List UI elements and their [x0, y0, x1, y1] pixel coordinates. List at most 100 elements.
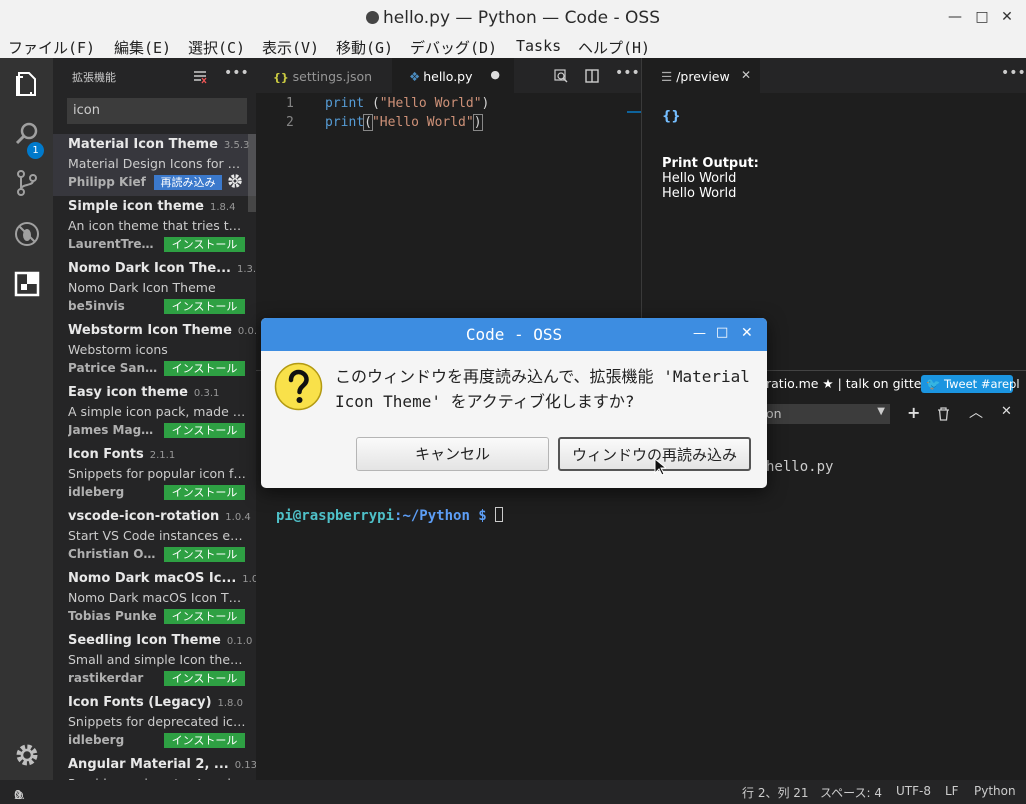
extension-item[interactable]: Nomo Dark Icon The...1.3.6 Nomo Dark Icon…: [53, 258, 256, 320]
extension-item[interactable]: Nomo Dark macOS Ic...1.0.3 Nomo Dark macO…: [53, 568, 256, 630]
install-button[interactable]: インストール: [164, 609, 245, 624]
unsaved-dot-icon: [365, 11, 379, 24]
menu-view[interactable]: 表示(V): [262, 37, 319, 58]
extension-item[interactable]: Material Icon Theme 3.5.3 Material Design …: [53, 134, 256, 196]
reload-dialog: Code - OSS — □ ✕ このウィンドウを再度読み込んで、拡張機能 'M…: [261, 318, 767, 488]
source-control-icon[interactable]: [13, 169, 41, 197]
output-line: Hello World: [662, 186, 737, 201]
open-changes-icon[interactable]: [554, 69, 568, 83]
new-terminal-icon[interactable]: +: [907, 403, 920, 422]
question-icon: [274, 362, 323, 411]
extensions-icon[interactable]: [13, 270, 41, 298]
extensions-badge: 1: [27, 142, 44, 159]
extension-item[interactable]: Seedling Icon Theme 0.1.0 Small and simple…: [53, 630, 256, 692]
extension-author: idleberg: [68, 733, 125, 747]
more-actions-icon[interactable]: •••: [1001, 65, 1026, 81]
menu-selection[interactable]: 選択(C): [188, 37, 245, 58]
language-status[interactable]: Python: [974, 784, 1016, 798]
extension-description: Nomo Dark Icon Theme: [68, 280, 216, 295]
menu-go[interactable]: 移動(G): [336, 37, 393, 58]
close-panel-icon[interactable]: ✕: [1001, 404, 1012, 419]
maximize-button[interactable]: □: [973, 8, 991, 26]
extensions-sidebar: 拡張機能 ••• icon Material Icon Theme 3.5.3 Ma…: [53, 58, 256, 780]
extension-version: 3.5.3: [223, 140, 250, 151]
install-button[interactable]: インストール: [164, 299, 245, 314]
extension-description: Small and simple Icon them...: [68, 652, 246, 667]
close-tab-icon[interactable]: ✕: [741, 68, 751, 82]
terminal-select[interactable]: on ▼: [762, 404, 890, 424]
extension-description: An icon theme that tries to b...: [68, 218, 246, 233]
extension-description: Material Design Icons for Vis...: [68, 156, 246, 171]
extension-description: Snippets for deprecated icon...: [68, 714, 246, 729]
line-number: 2: [286, 115, 294, 130]
extension-description: Nomo Dark macOS Icon The...: [68, 590, 246, 605]
extension-description: Start VS Code instances ea...: [68, 528, 246, 543]
window-titlebar: hello.py — Python — Code - OSS — □ ✕: [0, 0, 1026, 36]
extension-item[interactable]: Easy icon theme 0.3.1 A simple icon pack, …: [53, 382, 256, 444]
preview-links[interactable]: ratio.me ★ | talk on gitter |: [766, 376, 935, 391]
install-button[interactable]: インストール: [164, 361, 245, 376]
menu-file[interactable]: ファイル(F): [8, 37, 95, 58]
extension-item[interactable]: Simple icon theme 1.8.4 An icon theme that…: [53, 196, 256, 258]
debug-icon[interactable]: [13, 220, 41, 248]
extensions-search-input[interactable]: icon: [67, 98, 247, 124]
minimize-button[interactable]: —: [946, 8, 964, 26]
clear-extensions-icon[interactable]: [193, 70, 207, 84]
tab-settings-json[interactable]: {} settings.json: [256, 58, 390, 93]
extension-item[interactable]: Icon Fonts (Legacy) 1.8.0 Snippets for dep…: [53, 692, 256, 754]
install-button[interactable]: インストール: [164, 671, 245, 686]
tab-hello-py[interactable]: ❖ hello.py ●: [392, 58, 514, 93]
install-button[interactable]: インストール: [164, 485, 245, 500]
reload-button[interactable]: 再読み込み: [154, 175, 222, 190]
install-button[interactable]: インストール: [164, 547, 245, 562]
extension-item[interactable]: Webstorm Icon Theme0.0.3 Webstorm icons Pa…: [53, 320, 256, 382]
extension-description: Snippets for popular icon fon...: [68, 466, 246, 481]
encoding-status[interactable]: UTF-8: [896, 784, 931, 798]
eol-status[interactable]: LF: [945, 784, 959, 798]
menu-edit[interactable]: 編集(E): [114, 37, 171, 58]
extension-name: Material Icon Theme 3.5.3: [68, 137, 250, 152]
extension-name: Icon Fonts 2.1.1: [68, 447, 176, 462]
tab-preview[interactable]: ☰/preview ✕: [642, 58, 760, 93]
split-editor-icon[interactable]: [585, 69, 599, 83]
code-line: print ("Hello World"): [325, 96, 490, 111]
unsaved-dot-icon[interactable]: ●: [490, 68, 500, 81]
cancel-button[interactable]: キャンセル: [356, 437, 549, 471]
dialog-minimize-icon[interactable]: —: [693, 326, 706, 341]
maximize-panel-icon[interactable]: ︿: [969, 402, 983, 422]
dialog-maximize-icon[interactable]: □: [716, 325, 728, 340]
output-line: Hello World: [662, 171, 737, 186]
extension-name: Icon Fonts (Legacy) 1.8.0: [68, 695, 243, 710]
install-button[interactable]: インストール: [164, 423, 245, 438]
extension-version: 1.8.4: [210, 202, 236, 213]
preview-icon: ☰: [661, 69, 673, 84]
indentation-status[interactable]: スペース: 4: [820, 784, 882, 801]
trash-icon[interactable]: [937, 407, 950, 421]
sidebar-scrollbar[interactable]: [248, 134, 256, 212]
tweet-button[interactable]: 🐦 Tweet #arepl: [921, 375, 1020, 393]
extension-item[interactable]: Angular Material 2, ...0.13.0Provides an…: [53, 754, 256, 780]
terminal-prompt: pi@raspberrypi:~/Python $: [276, 507, 504, 524]
menu-debug[interactable]: デバッグ(D): [410, 37, 497, 58]
cursor-position[interactable]: 行 2、列 21: [742, 784, 809, 801]
extension-version: 1.8.0: [217, 698, 243, 709]
extension-item[interactable]: Icon Fonts 2.1.1 Snippets for popular icon…: [53, 444, 256, 506]
install-button[interactable]: インストール: [164, 733, 245, 748]
more-actions-icon[interactable]: •••: [615, 65, 640, 81]
files-icon[interactable]: [13, 70, 41, 98]
extension-item[interactable]: vscode-icon-rotation 1.0.4 Start VS Code i…: [53, 506, 256, 568]
manage-gear-icon[interactable]: [227, 173, 243, 189]
terminal-cursor: [495, 507, 504, 522]
menu-tasks[interactable]: Tasks: [516, 37, 561, 55]
sidebar-title: 拡張機能: [72, 71, 116, 84]
settings-gear-icon[interactable]: [13, 741, 41, 769]
menu-help[interactable]: ヘルプ(H): [578, 37, 650, 58]
extension-author: LaurentTregu...: [68, 237, 160, 251]
close-button[interactable]: ✕: [998, 8, 1016, 26]
json-icon: {}: [273, 71, 289, 84]
more-actions-icon[interactable]: •••: [224, 65, 249, 81]
extension-name: Nomo Dark Icon The...1.3.6: [68, 261, 256, 276]
dialog-close-icon[interactable]: ✕: [741, 325, 753, 341]
extension-name: Webstorm Icon Theme0.0.3: [68, 323, 256, 338]
install-button[interactable]: インストール: [164, 237, 245, 252]
